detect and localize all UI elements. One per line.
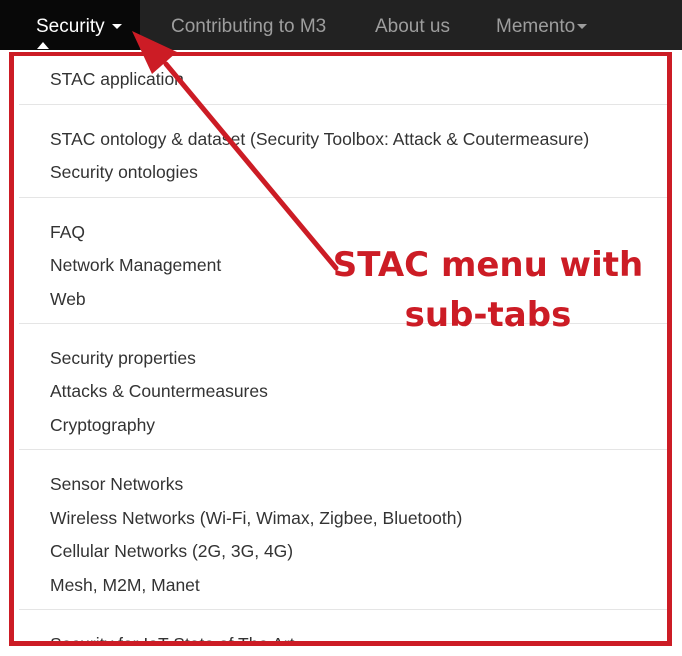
menu-item-wireless-networks[interactable]: Wireless Networks (Wi-Fi, Wimax, Zigbee,… (50, 508, 462, 528)
menu-item-stac-ontology[interactable]: STAC ontology & dataset (Security Toolbo… (50, 129, 589, 149)
nav-security-dropdown[interactable]: Security (0, 0, 140, 50)
caret-down-icon (111, 24, 122, 30)
menu-item-cellular-networks[interactable]: Cellular Networks (2G, 3G, 4G) (50, 541, 293, 561)
menu-item-attacks-countermeasures[interactable]: Attacks & Countermeasures (50, 381, 268, 401)
nav-memento-label: Memento (496, 16, 576, 37)
menu-item-security-ontologies[interactable]: Security ontologies (50, 162, 198, 182)
nav-contributing[interactable]: Contributing to M3 (171, 0, 326, 50)
nav-about-us[interactable]: About us (375, 0, 450, 50)
nav-about-label: About us (375, 16, 450, 37)
menu-divider (19, 449, 667, 450)
menu-item-network-management[interactable]: Network Management (50, 255, 221, 275)
caret-down-icon (577, 24, 588, 30)
menu-item-mesh-m2m-manet[interactable]: Mesh, M2M, Manet (50, 575, 200, 595)
annotation-line-1: STAC menu with (332, 245, 644, 285)
annotation-callout: STAC menu with sub-tabs (318, 240, 658, 340)
top-navbar: Security Contributing to M3 About us Mem… (0, 0, 682, 50)
menu-item-sensor-networks[interactable]: Sensor Networks (50, 474, 183, 494)
annotation-line-2: sub-tabs (404, 295, 572, 335)
menu-item-security-iot[interactable]: Security for IoT State of The Art (50, 634, 294, 641)
nav-memento-dropdown[interactable]: Memento (496, 0, 588, 50)
menu-item-web[interactable]: Web (50, 289, 86, 309)
menu-divider (19, 197, 667, 198)
security-dropdown-menu: STAC application STAC ontology & dataset… (9, 52, 672, 646)
menu-divider (19, 609, 667, 610)
nav-contributing-label: Contributing to M3 (171, 16, 327, 37)
menu-item-faq[interactable]: FAQ (50, 222, 85, 242)
menu-item-stac-application[interactable]: STAC application (50, 69, 184, 89)
nav-security-label: Security (36, 16, 105, 37)
menu-item-security-properties[interactable]: Security properties (50, 348, 196, 368)
menu-item-cryptography[interactable]: Cryptography (50, 415, 155, 435)
dropdown-pointer (37, 42, 49, 49)
menu-divider (19, 104, 667, 105)
